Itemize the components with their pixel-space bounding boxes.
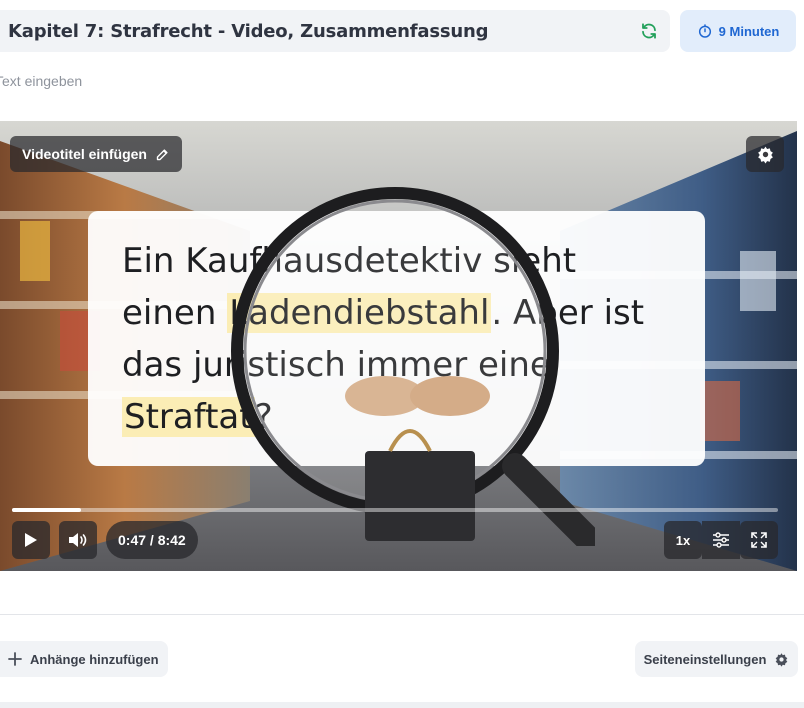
- add-attachments-label: Anhänge hinzufügen: [30, 651, 159, 667]
- chapter-title-bar[interactable]: Kapitel 7: Strafrecht - Video, Zusammenf…: [0, 10, 670, 52]
- bottom-edge: [0, 702, 804, 708]
- duration-button[interactable]: 9 Minuten: [680, 10, 796, 52]
- video-settings-button[interactable]: [746, 136, 784, 172]
- gear-icon: [757, 146, 773, 164]
- video-progress-fill: [12, 508, 81, 512]
- caption-card: Ein Kaufhausdetektiv sieht einen Ladendi…: [88, 211, 705, 466]
- play-button[interactable]: [12, 521, 50, 559]
- page-settings-button[interactable]: Seiteneinstellungen: [635, 641, 798, 677]
- time-display: 0:47 / 8:42: [106, 521, 198, 559]
- divider: [0, 614, 804, 615]
- caption-highlight-ladendiebstahl: Ladendiebstahl: [227, 293, 492, 333]
- add-attachments-button[interactable]: Anhänge hinzufügen: [0, 641, 168, 677]
- play-icon: [25, 533, 37, 547]
- volume-button[interactable]: [59, 521, 97, 559]
- duration-label: 9 Minuten: [718, 23, 780, 39]
- refresh-icon[interactable]: [640, 22, 658, 40]
- video-adjust-button[interactable]: [702, 521, 740, 559]
- volume-icon: [69, 533, 87, 547]
- fullscreen-button[interactable]: [740, 521, 778, 559]
- playback-speed-button[interactable]: 1x: [664, 521, 702, 559]
- video-title-label: Videotitel einfügen: [22, 146, 147, 162]
- video-progress-bar[interactable]: [12, 508, 778, 512]
- caption-text-3: ?: [254, 397, 273, 437]
- page-settings-label: Seiteneinstellungen: [643, 651, 767, 667]
- video-title-button[interactable]: Videotitel einfügen: [10, 136, 182, 172]
- fullscreen-icon: [751, 532, 767, 548]
- sliders-icon: [713, 532, 729, 548]
- text-input[interactable]: [0, 70, 295, 92]
- plus-icon: [8, 652, 22, 666]
- caption-highlight-straftat: Straftat: [122, 397, 255, 437]
- video-player[interactable]: Videotitel einfügen Ein Kaufhausdetektiv…: [0, 121, 797, 571]
- gear-icon: [776, 652, 788, 667]
- edit-icon: [156, 148, 168, 160]
- timer-icon: [698, 24, 711, 38]
- page-title[interactable]: Kapitel 7: Strafrecht - Video, Zusammenf…: [8, 21, 489, 42]
